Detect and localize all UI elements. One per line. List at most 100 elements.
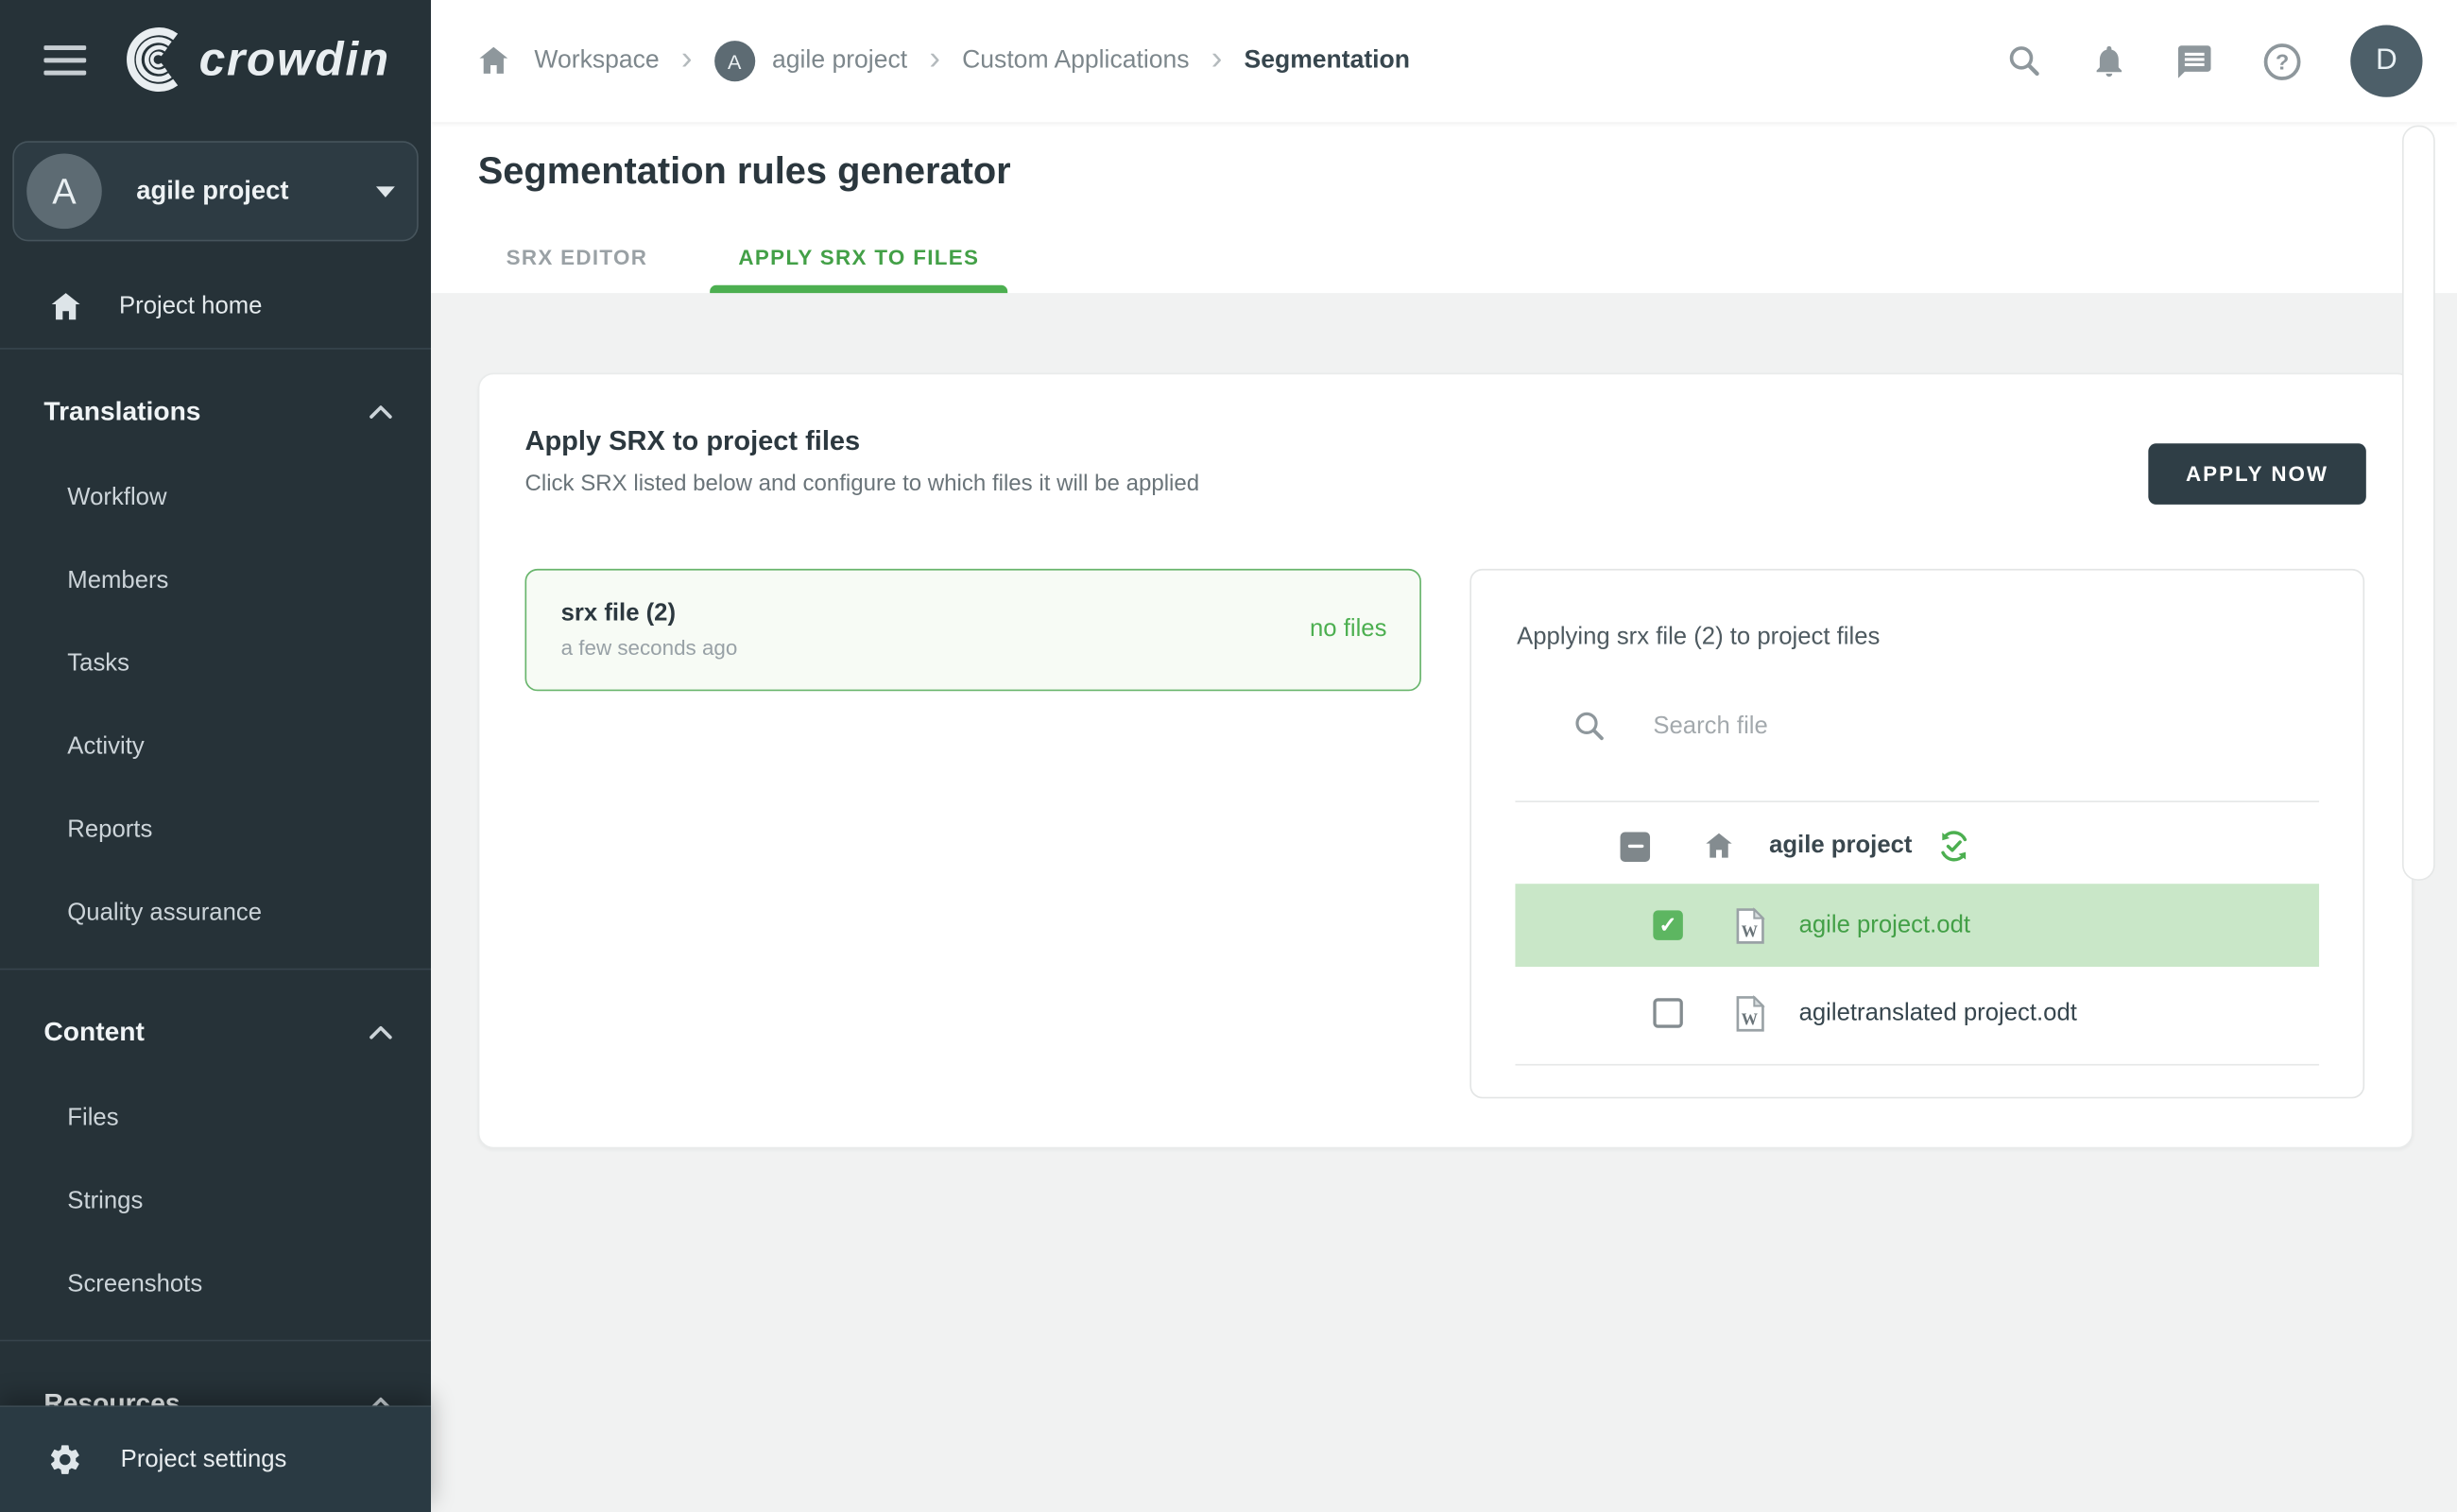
chevron-up-icon: [369, 1023, 394, 1042]
breadcrumb: Workspace › A agile project › Custom App…: [431, 41, 1410, 81]
search-icon: [2005, 43, 2043, 80]
srx-file-name: srx file (2): [561, 600, 738, 628]
srx-file-status: no files: [1310, 616, 1419, 644]
tabs: SRX EDITOR APPLY SRX TO FILES: [478, 227, 1007, 293]
page-scrollbar-thumb[interactable]: [2402, 126, 2435, 881]
search-divider: [1515, 800, 2319, 802]
card-title: Apply SRX to project files: [524, 424, 860, 457]
notifications-button[interactable]: [2090, 43, 2128, 80]
section-label: Translations: [43, 397, 200, 428]
search-button[interactable]: [2005, 43, 2043, 80]
sidebar-section-translations[interactable]: Translations: [0, 369, 431, 456]
srx-file-meta: srx file (2) a few seconds ago: [526, 600, 737, 660]
apply-now-button[interactable]: APPLY NOW: [2148, 443, 2366, 505]
file-checkbox[interactable]: [1653, 910, 1683, 940]
sidebar-header: crowdin: [0, 0, 431, 119]
svg-text:W: W: [1742, 1009, 1759, 1028]
srx-file-card[interactable]: srx file (2) a few seconds ago no files: [524, 569, 1420, 691]
sidebar-item-label: Members: [67, 566, 168, 594]
sidebar-item-label: Screenshots: [67, 1270, 202, 1298]
srx-file-time: a few seconds ago: [561, 636, 738, 660]
home-icon: [1702, 829, 1736, 863]
bell-icon: [2090, 43, 2128, 80]
tab-srx-editor[interactable]: SRX EDITOR: [478, 227, 676, 293]
search-file-input[interactable]: [1650, 711, 2221, 742]
breadcrumb-separator-icon: ›: [929, 43, 940, 80]
topbar: Workspace › A agile project › Custom App…: [431, 0, 2457, 122]
project-selector[interactable]: A agile project: [12, 141, 418, 241]
sidebar-item-label: Reports: [67, 816, 152, 844]
breadcrumb-item-custom-applications[interactable]: Custom Applications: [962, 47, 1189, 76]
breadcrumb-home-icon[interactable]: [474, 43, 512, 80]
sync-applied-icon: [1937, 829, 1971, 863]
sidebar-item-label: Activity: [67, 732, 144, 761]
sidebar-item-label: Strings: [67, 1187, 143, 1215]
sidebar-item-project-home[interactable]: Project home: [0, 266, 431, 348]
sidebar-item-members[interactable]: Members: [0, 539, 431, 622]
sidebar-item-activity[interactable]: Activity: [0, 705, 431, 788]
sidebar-item-label: Files: [67, 1104, 118, 1132]
caret-down-icon: [376, 185, 395, 197]
panel-title: Applying srx file (2) to project files: [1517, 624, 1880, 652]
sidebar-item-workflow[interactable]: Workflow: [0, 456, 431, 540]
page-header: Segmentation rules generator SRX EDITOR …: [431, 122, 2457, 293]
tab-apply-srx-to-files[interactable]: APPLY SRX TO FILES: [711, 227, 1008, 293]
file-search: [1572, 708, 2220, 744]
file-name: agiletranslated project.odt: [1799, 999, 2077, 1027]
help-icon: ?: [2261, 40, 2304, 82]
breadcrumb-project-avatar: A: [714, 41, 755, 81]
topbar-actions: ? D: [2005, 26, 2457, 97]
user-avatar[interactable]: D: [2350, 26, 2422, 97]
sidebar-item-strings[interactable]: Strings: [0, 1160, 431, 1243]
hamburger-menu-button[interactable]: [43, 44, 86, 75]
sidebar-item-project-settings[interactable]: Project settings: [0, 1405, 431, 1512]
file-picker-panel: Applying srx file (2) to project files a…: [1469, 569, 2364, 1098]
svg-text:W: W: [1742, 921, 1759, 940]
card-subtitle: Click SRX listed below and configure to …: [524, 472, 1199, 497]
tree-root-label: agile project: [1769, 832, 1912, 860]
sidebar-section-content[interactable]: Content: [0, 988, 431, 1076]
chevron-up-icon: [369, 403, 394, 421]
breadcrumb-separator-icon: ›: [681, 43, 693, 80]
sidebar-item-quality-assurance[interactable]: Quality assurance: [0, 871, 431, 954]
logo-wordmark: crowdin: [199, 33, 390, 86]
sidebar-divider: [0, 1340, 431, 1342]
sidebar-item-label: Workflow: [67, 484, 166, 512]
crowdin-logo[interactable]: crowdin: [121, 26, 390, 93]
project-avatar: A: [26, 153, 102, 229]
breadcrumb-item-project[interactable]: A agile project: [714, 41, 907, 81]
breadcrumb-separator-icon: ›: [1211, 43, 1223, 80]
tree-row-project-root[interactable]: agile project: [1515, 809, 2319, 885]
root-checkbox[interactable]: [1621, 832, 1651, 862]
sidebar: crowdin A agile project Project home Tra…: [0, 0, 431, 1512]
file-checkbox[interactable]: [1653, 998, 1683, 1028]
search-icon: [1572, 708, 1607, 744]
sidebar-item-label: Quality assurance: [67, 899, 262, 927]
sidebar-item-label: Tasks: [67, 649, 129, 678]
word-file-icon: W: [1735, 906, 1766, 944]
tree-row-file[interactable]: W agile project.odt: [1515, 884, 2319, 967]
file-name: agile project.odt: [1799, 911, 1970, 939]
sidebar-item-screenshots[interactable]: Screenshots: [0, 1243, 431, 1326]
messages-button[interactable]: [2175, 42, 2214, 80]
home-icon: [47, 288, 85, 326]
app-window: crowdin A agile project Project home Tra…: [0, 0, 2457, 1512]
sidebar-item-tasks[interactable]: Tasks: [0, 622, 431, 705]
sidebar-item-reports[interactable]: Reports: [0, 788, 431, 871]
page-title: Segmentation rules generator: [478, 150, 1011, 194]
breadcrumb-item-segmentation: Segmentation: [1245, 47, 1410, 76]
breadcrumb-item-workspace[interactable]: Workspace: [534, 47, 659, 76]
sidebar-item-label: Project home: [119, 293, 262, 321]
crowdin-mark-icon: [130, 31, 176, 88]
help-button[interactable]: ?: [2261, 40, 2304, 82]
sidebar-item-files[interactable]: Files: [0, 1076, 431, 1160]
gear-icon: [47, 1442, 83, 1478]
section-label: Content: [43, 1017, 144, 1048]
sidebar-item-label: Project settings: [121, 1446, 287, 1474]
tree-row-file[interactable]: W agiletranslated project.odt: [1515, 973, 2319, 1054]
chat-icon: [2175, 42, 2214, 80]
sidebar-divider: [0, 969, 431, 971]
tree-divider: [1515, 1064, 2319, 1066]
svg-text:?: ?: [2276, 49, 2289, 74]
breadcrumb-item-label: agile project: [772, 47, 907, 76]
